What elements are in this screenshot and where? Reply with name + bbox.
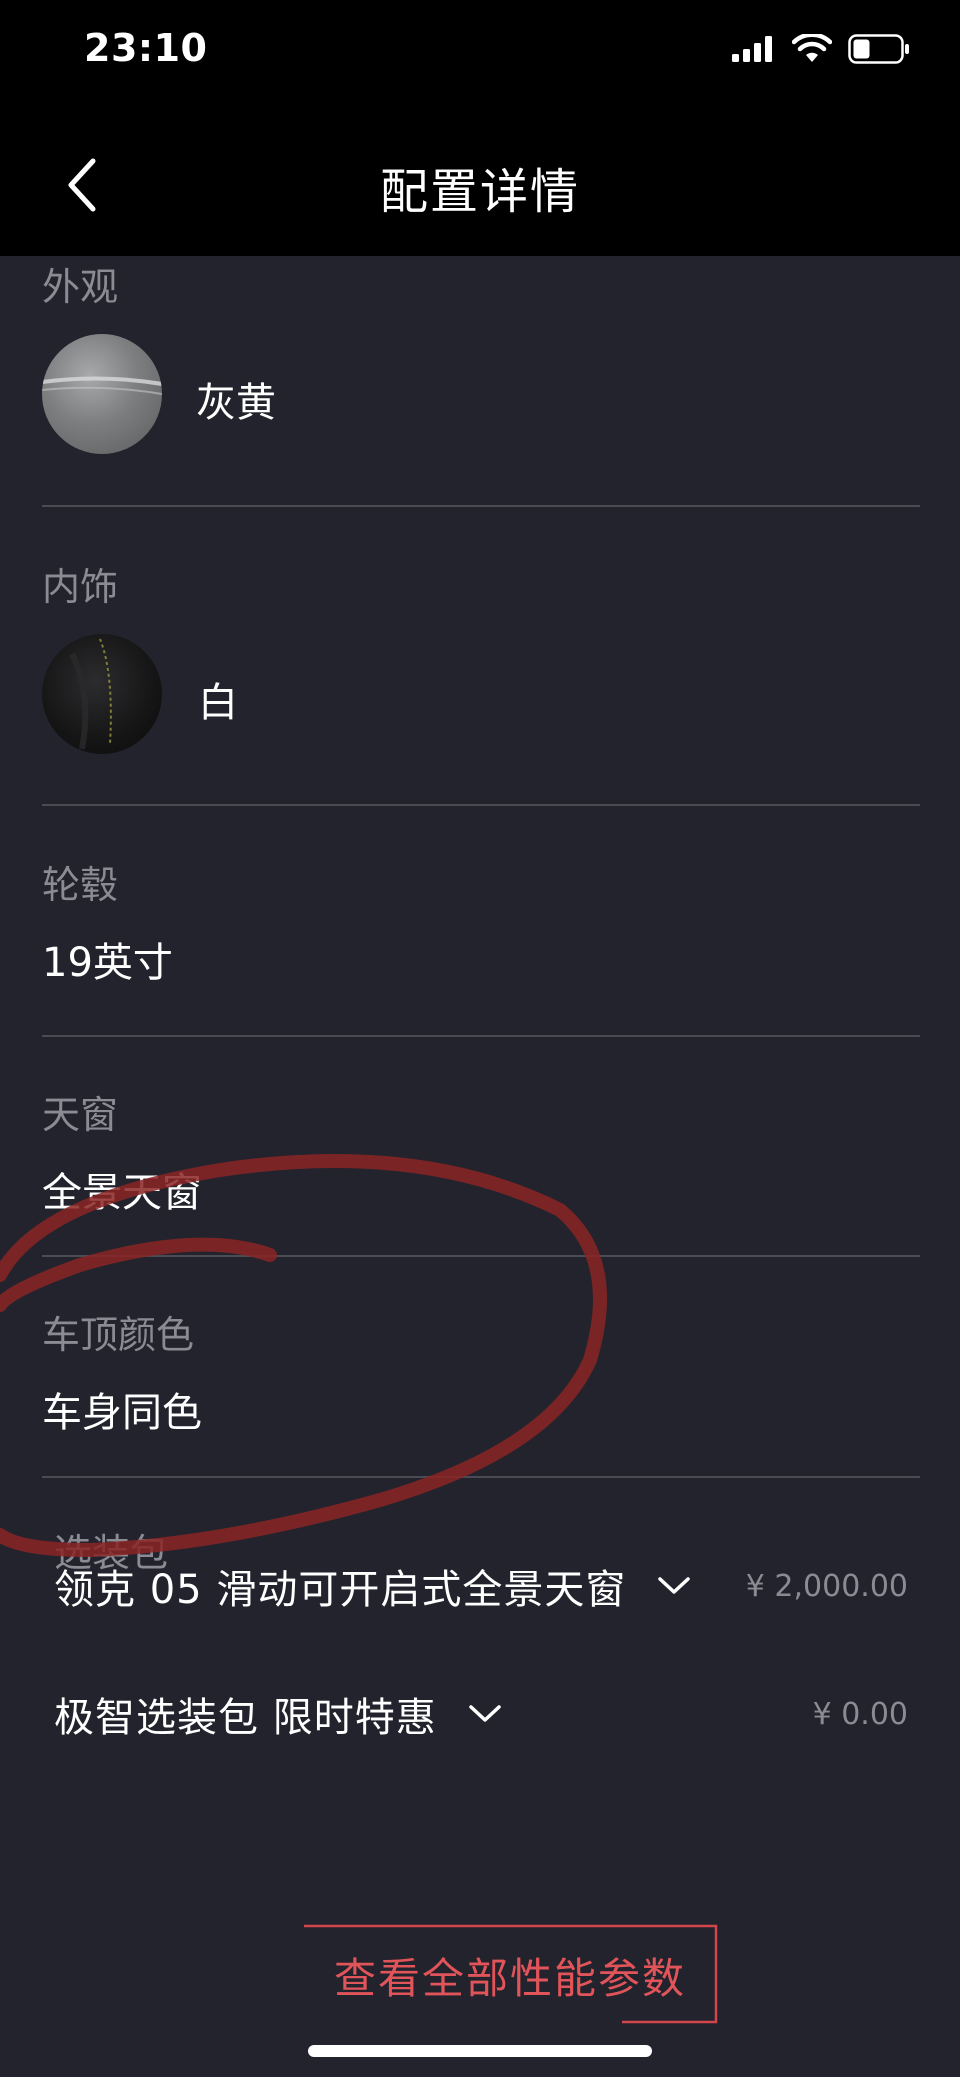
- signal-icon: [732, 36, 772, 62]
- interior-label: 内饰: [42, 565, 119, 609]
- wheels-section: 轮毂 19英寸: [42, 854, 920, 1034]
- view-all-params-button[interactable]: 查看全部性能参数: [304, 1925, 716, 2025]
- divider: [42, 1255, 920, 1257]
- sunroof-label: 天窗: [42, 1093, 119, 1137]
- wheels-label: 轮毂: [42, 863, 119, 907]
- interior-section: 内饰 白: [42, 556, 920, 806]
- view-all-params-label: 查看全部性能参数: [333, 1953, 686, 2003]
- exterior-section: 外观 灰黄: [42, 256, 920, 506]
- divider: [42, 1035, 920, 1037]
- roof-color-value: 车身同色: [42, 1390, 202, 1436]
- status-time: 23:10: [84, 26, 208, 70]
- roof-color-label: 车顶颜色: [42, 1313, 195, 1357]
- exterior-label: 外观: [42, 265, 119, 309]
- roof-color-section: 车顶颜色 车身同色: [42, 1304, 920, 1484]
- package-row-smart[interactable]: 极智选装包 限时特惠 ¥ 0.00: [54, 1684, 908, 1744]
- chevron-down-icon[interactable]: [656, 1568, 692, 1604]
- status-icons: [732, 34, 910, 64]
- package-name: 极智选装包 限时特惠: [54, 1695, 437, 1741]
- wheels-value: 19英寸: [42, 940, 173, 986]
- nav-bar: 配置详情: [0, 110, 960, 256]
- divider: [42, 1476, 920, 1478]
- config-detail-content: 外观 灰黄 内饰 白 轮毂 19英寸 天窗 全景天窗 车顶颜色 车身同色 选装包…: [0, 256, 960, 2077]
- package-price: ¥ 2,000.00: [745, 1568, 908, 1604]
- divider: [42, 505, 920, 507]
- exterior-value: 灰黄: [196, 380, 276, 426]
- package-price: ¥ 0.00: [812, 1696, 908, 1732]
- divider: [42, 804, 920, 806]
- status-bar: 23:10: [0, 0, 960, 110]
- wifi-icon: [792, 34, 832, 62]
- sunroof-value: 全景天窗: [42, 1170, 202, 1216]
- interior-color-swatch: [42, 634, 162, 754]
- sunroof-section: 天窗 全景天窗: [42, 1084, 920, 1264]
- package-name: 领克 05 滑动可开启式全景天窗: [54, 1567, 627, 1613]
- package-row-sunroof[interactable]: 领克 05 滑动可开启式全景天窗 ¥ 2,000.00: [54, 1556, 908, 1616]
- interior-value: 白: [198, 680, 238, 726]
- exterior-color-swatch: [42, 334, 162, 454]
- page-title: 配置详情: [379, 164, 580, 220]
- chevron-down-icon[interactable]: [467, 1696, 503, 1732]
- home-indicator: [308, 2045, 652, 2057]
- battery-icon: [848, 34, 909, 64]
